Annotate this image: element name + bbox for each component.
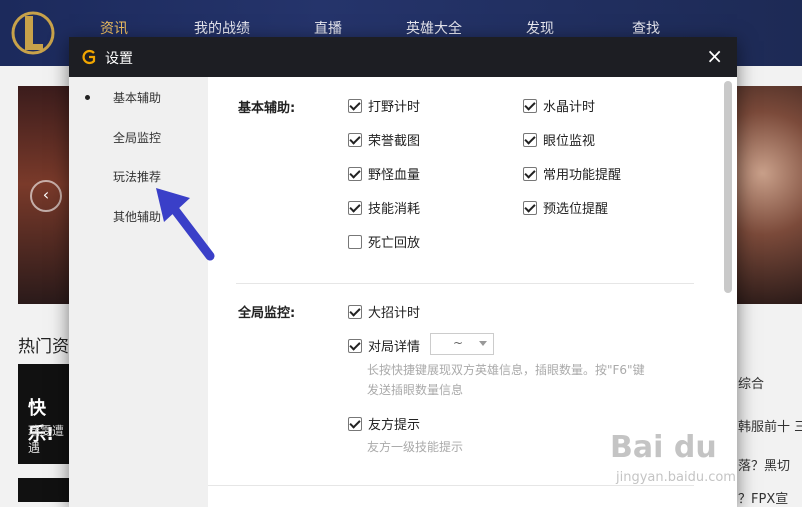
checkbox-box[interactable] — [523, 200, 537, 215]
checkbox-label: 打野计时 — [368, 100, 421, 115]
news-tab-all[interactable]: 综合 — [738, 373, 764, 392]
checkbox-preselect-reminder[interactable]: 预选位提醒 — [523, 198, 608, 217]
sidebar-item-gameplay-recommend[interactable]: 玩法推荐 — [113, 168, 161, 185]
lol-logo-icon[interactable] — [10, 4, 56, 62]
checkbox-label: 野怪血量 — [368, 168, 421, 183]
news-card-subtitle: 瑞雯遭遇 — [28, 424, 65, 455]
select-value: ~ — [453, 336, 464, 350]
checkbox-label: 技能消耗 — [368, 202, 421, 217]
baidu-watermark: Bai du jingyan.baidu.com — [610, 430, 800, 500]
checkbox-death-replay[interactable]: 死亡回放 — [348, 232, 420, 251]
checkbox-box[interactable] — [348, 132, 362, 147]
checkbox-box[interactable] — [348, 304, 362, 319]
checkbox-box[interactable] — [348, 338, 362, 353]
checkbox-ally-tip[interactable]: 友方提示 — [348, 414, 420, 433]
checkbox-box[interactable] — [348, 416, 362, 431]
nav-item-discover[interactable]: 发现 — [526, 18, 554, 38]
app-logo-icon — [82, 49, 96, 65]
section-label-basic: 基本辅助: — [238, 101, 296, 116]
checkbox-skill-cost[interactable]: 技能消耗 — [348, 198, 420, 217]
checkbox-label: 水晶计时 — [543, 100, 596, 115]
checkbox-label: 友方提示 — [368, 418, 421, 433]
nav-item-my-record[interactable]: 我的战绩 — [194, 18, 250, 38]
checkbox-box[interactable] — [348, 200, 362, 215]
hot-news-heading: 热门资 — [18, 337, 69, 357]
checkbox-ward-monitor[interactable]: 眼位监视 — [523, 130, 595, 149]
checkbox-label: 死亡回放 — [368, 236, 421, 251]
hotkey-select[interactable]: ~ — [430, 333, 494, 355]
checkbox-jungle-timer[interactable]: 打野计时 — [348, 96, 420, 115]
annotation-arrow-icon — [156, 188, 215, 261]
watermark-url: jingyan.baidu.com — [616, 470, 736, 485]
checkbox-box[interactable] — [523, 98, 537, 113]
dialog-header: 设置 × — [69, 37, 737, 77]
checkbox-ult-timer[interactable]: 大招计时 — [348, 302, 420, 321]
nav-item-live[interactable]: 直播 — [314, 18, 342, 38]
watermark-logo: Bai du — [610, 430, 717, 465]
checkbox-label: 常用功能提醒 — [543, 168, 622, 183]
checkbox-label: 大招计时 — [368, 306, 421, 321]
checkbox-label: 荣誉截图 — [368, 134, 421, 149]
section-divider — [236, 283, 694, 284]
dialog-title: 设置 — [105, 51, 133, 67]
scrollbar-thumb[interactable] — [724, 81, 732, 293]
checkbox-label: 对局详情 — [368, 340, 421, 355]
settings-sidebar: 基本辅助 全局监控 玩法推荐 其他辅助 — [69, 77, 208, 507]
nav-item-heroes[interactable]: 英雄大全 — [406, 18, 462, 38]
sidebar-item-basic-assist[interactable]: 基本辅助 — [113, 89, 161, 106]
active-dot-icon — [85, 95, 90, 100]
ally-tip-hint: 友方一级技能提示 — [367, 440, 464, 454]
checkbox-feature-reminder[interactable]: 常用功能提醒 — [523, 164, 621, 183]
checkbox-box[interactable] — [348, 234, 362, 249]
match-detail-hint-2: 发送插眼数量信息 — [367, 383, 464, 397]
nav-item-search[interactable]: 查找 — [632, 18, 660, 38]
close-icon[interactable]: × — [706, 45, 723, 67]
nav-item-news[interactable]: 资讯 — [100, 18, 128, 38]
checkbox-label: 眼位监视 — [543, 134, 596, 149]
chevron-down-icon — [479, 341, 487, 346]
checkbox-box[interactable] — [523, 132, 537, 147]
checkbox-monster-hp[interactable]: 野怪血量 — [348, 164, 420, 183]
news-card-2[interactable] — [18, 478, 70, 502]
sidebar-item-global-monitor[interactable]: 全局监控 — [113, 129, 161, 146]
checkbox-honor-screenshot[interactable]: 荣誉截图 — [348, 130, 420, 149]
match-detail-hint-1: 长按快捷键展现双方英雄信息，插眼数量。按"F6"键 — [367, 363, 645, 377]
hero-banner-right[interactable] — [736, 86, 802, 304]
checkbox-box[interactable] — [523, 166, 537, 181]
checkbox-crystal-timer[interactable]: 水晶计时 — [523, 96, 595, 115]
news-card[interactable]: 快乐! 瑞雯遭遇 — [18, 364, 70, 464]
checkbox-box[interactable] — [348, 98, 362, 113]
checkbox-box[interactable] — [348, 166, 362, 181]
checkbox-label: 预选位提醒 — [543, 202, 609, 217]
section-label-global: 全局监控: — [238, 306, 296, 321]
checkbox-match-detail[interactable]: 对局详情 — [348, 336, 420, 355]
banner-prev-icon[interactable]: ‹ — [30, 180, 62, 212]
